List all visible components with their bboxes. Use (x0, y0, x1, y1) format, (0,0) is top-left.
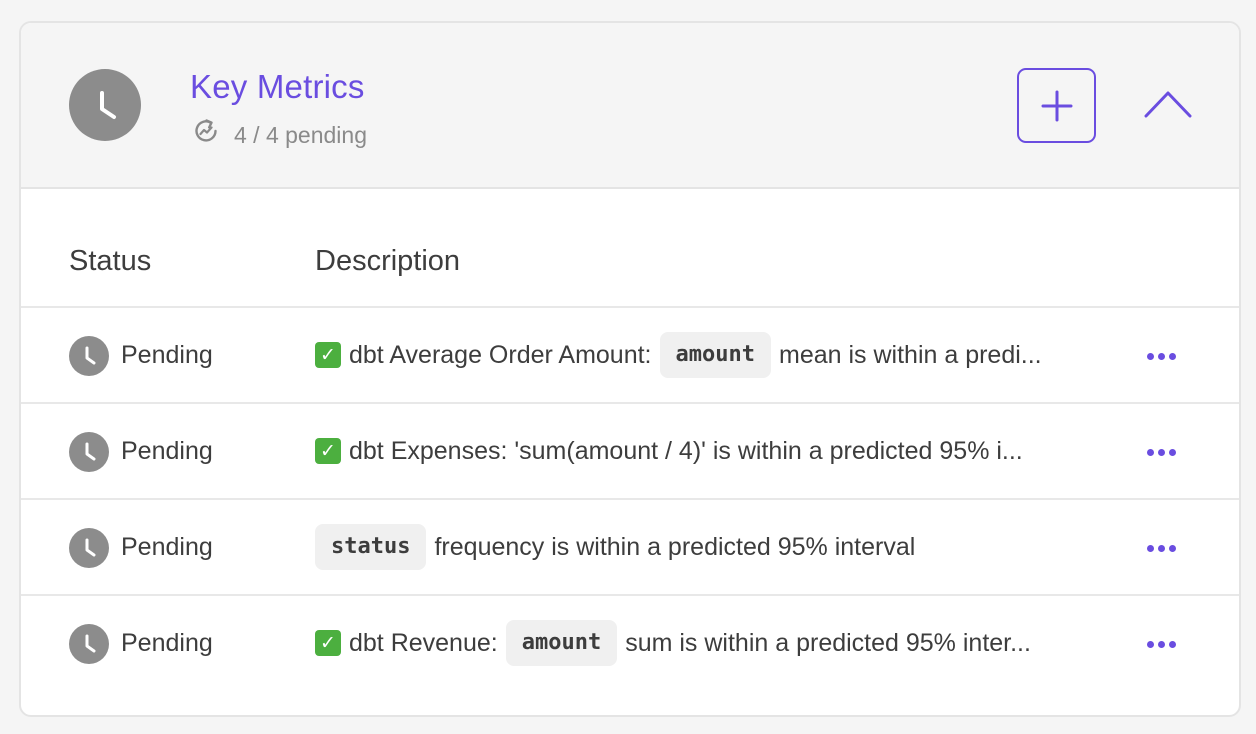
status-label: Pending (121, 533, 213, 561)
refresh-chart-icon (192, 117, 220, 152)
table-header: Status Description (21, 189, 1239, 308)
description-text: mean is within a predi... (779, 340, 1042, 369)
more-options-button[interactable] (1143, 632, 1179, 656)
table-row[interactable]: Pending ✓ dbt Average Order Amount: amou… (21, 308, 1239, 404)
more-options-button[interactable] (1143, 344, 1179, 368)
collapse-button[interactable] (1143, 87, 1193, 121)
status-label: Pending (121, 341, 213, 369)
clock-icon (69, 69, 141, 141)
description-text: sum is within a predicted 95% inter... (625, 628, 1031, 657)
ellipsis-icon (1146, 352, 1154, 360)
ellipsis-icon (1146, 448, 1154, 456)
more-options-button[interactable] (1143, 536, 1179, 560)
ellipsis-icon (1146, 640, 1154, 648)
description-text: frequency is within a predicted 95% inte… (434, 532, 916, 561)
row-description[interactable]: ✓ dbt Revenue: amount sum is within a pr… (315, 618, 1095, 668)
add-metric-button[interactable] (1017, 68, 1096, 143)
description-text: dbt Expenses: 'sum(amount / 4)' is withi… (349, 436, 1023, 465)
chevron-up-icon (1144, 91, 1192, 118)
check-mark-icon: ✓ (315, 630, 341, 656)
column-header-status[interactable]: Status (69, 243, 151, 279)
table-row[interactable]: Pending ✓ dbt Revenue: amount sum is wit… (21, 596, 1239, 692)
table-row[interactable]: Pending ✓ dbt Expenses: 'sum(amount / 4)… (21, 404, 1239, 500)
table-row[interactable]: Pending status frequency is within a pre… (21, 500, 1239, 596)
column-code-tag: amount (505, 620, 618, 666)
clock-icon (69, 624, 109, 664)
check-mark-icon: ✓ (315, 342, 341, 368)
card-title[interactable]: Key Metrics (190, 67, 365, 107)
more-options-button[interactable] (1143, 440, 1179, 464)
description-text: dbt Revenue: (349, 628, 498, 657)
pending-count: 4 / 4 pending (234, 121, 368, 148)
clock-icon (69, 432, 109, 472)
pending-summary: 4 / 4 pending (192, 117, 367, 152)
clock-icon (69, 336, 109, 376)
plus-icon (1041, 90, 1072, 121)
clock-icon (69, 528, 109, 568)
metrics-card: Key Metrics 4 / 4 pending Status Descrip… (19, 21, 1241, 717)
ellipsis-icon (1146, 544, 1154, 552)
column-header-description[interactable]: Description (315, 243, 460, 279)
column-code-tag: amount (659, 332, 771, 378)
card-header: Key Metrics 4 / 4 pending (21, 23, 1239, 189)
status-label: Pending (121, 437, 213, 465)
row-description[interactable]: status frequency is within a predicted 9… (315, 522, 1095, 572)
row-description[interactable]: ✓ dbt Expenses: 'sum(amount / 4)' is wit… (315, 426, 1095, 476)
check-mark-icon: ✓ (315, 438, 341, 464)
status-label: Pending (121, 629, 213, 657)
row-description[interactable]: ✓ dbt Average Order Amount: amount mean … (315, 330, 1095, 380)
description-text: dbt Average Order Amount: (349, 340, 652, 369)
column-code-tag: status (315, 524, 427, 570)
